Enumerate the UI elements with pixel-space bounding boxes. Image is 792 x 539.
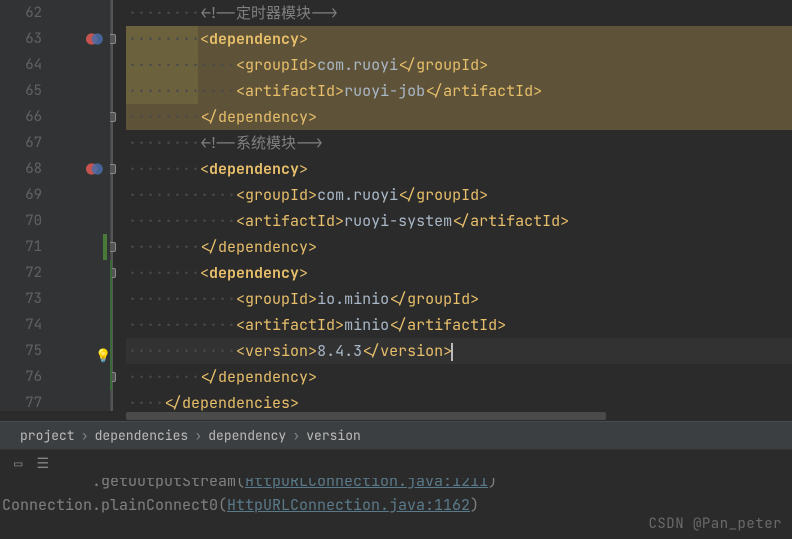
code-area[interactable]: 62 ········<!--定时器模块--> 63 ········<depe… xyxy=(0,0,792,411)
line-number: 69 xyxy=(0,182,52,208)
gutter-marker xyxy=(52,208,110,234)
fold-column xyxy=(110,130,126,156)
code-line[interactable]: 71 ········</dependency> xyxy=(0,234,792,260)
line-number: 67 xyxy=(0,130,52,156)
gutter-marker xyxy=(52,52,110,78)
stacktrace-link[interactable]: HttpURLConnection.java:1162 xyxy=(227,495,470,515)
gutter-marker xyxy=(52,312,110,338)
code-line[interactable]: 74 ············<artifactId>minio</artifa… xyxy=(0,312,792,338)
code-line[interactable]: 76 ········</dependency> xyxy=(0,364,792,390)
gutter-marker xyxy=(52,260,110,286)
fold-column xyxy=(110,0,126,26)
fold-column xyxy=(110,286,126,312)
line-number: 70 xyxy=(0,208,52,234)
gutter-marker xyxy=(52,182,110,208)
line-number: 76 xyxy=(0,364,52,390)
fold-column xyxy=(110,78,126,104)
code-line[interactable]: 66 ········</dependency> xyxy=(0,104,792,130)
code-line[interactable]: 68 ········<dependency> xyxy=(0,156,792,182)
fold-column[interactable] xyxy=(110,156,126,182)
gutter-marker xyxy=(52,286,110,312)
text-caret xyxy=(451,343,453,361)
watermark-text: CSDN @Pan_peter xyxy=(649,515,783,533)
fold-column[interactable] xyxy=(110,104,126,130)
code-line[interactable]: 69 ············<groupId>com.ruoyi</group… xyxy=(0,182,792,208)
tree-view-icon[interactable]: ☰ xyxy=(36,455,49,473)
gutter-marker xyxy=(52,390,110,411)
fold-column xyxy=(110,52,126,78)
line-number: 72 xyxy=(0,260,52,286)
gutter-marker xyxy=(52,0,110,26)
breadcrumb-item[interactable]: version xyxy=(296,427,371,444)
gutter-marker xyxy=(52,234,110,260)
line-number: 75 xyxy=(0,338,52,364)
code-line[interactable]: 70 ············<artifactId>ruoyi-system<… xyxy=(0,208,792,234)
code-line[interactable]: 62 ········<!--定时器模块--> xyxy=(0,0,792,26)
change-bar xyxy=(110,260,112,390)
intention-bulb-icon[interactable]: 💡 xyxy=(95,343,111,369)
code-line[interactable]: 63 ········<dependency> xyxy=(0,26,792,52)
code-editor[interactable]: 62 ········<!--定时器模块--> 63 ········<depe… xyxy=(0,0,792,421)
console-line: .getOutputStream(HttpURLConnection.java:… xyxy=(2,478,792,492)
line-number: 65 xyxy=(0,78,52,104)
fold-column xyxy=(110,208,126,234)
horizontal-scrollbar[interactable] xyxy=(126,411,792,421)
line-number: 62 xyxy=(0,0,52,26)
fold-column xyxy=(110,182,126,208)
code-line[interactable]: 67 ········<!--系统模块--> xyxy=(0,130,792,156)
breadcrumb-item[interactable]: dependency xyxy=(198,427,296,444)
fold-column[interactable] xyxy=(110,234,126,260)
console-output[interactable]: .getOutputStream(HttpURLConnection.java:… xyxy=(0,478,792,518)
line-number: 64 xyxy=(0,52,52,78)
console-view-icon[interactable]: ▭ xyxy=(14,455,22,473)
line-number: 71 xyxy=(0,234,52,260)
tool-icon-bar: ▭ ☰ xyxy=(0,450,792,478)
code-line[interactable]: 64 ············<groupId>com.ruoyi</group… xyxy=(0,52,792,78)
gutter-marker xyxy=(52,130,110,156)
code-line[interactable]: 65 ············<artifactId>ruoyi-job</ar… xyxy=(0,78,792,104)
line-number: 68 xyxy=(0,156,52,182)
line-number: 63 xyxy=(0,26,52,52)
code-line-current[interactable]: 💡 75 ············<version>8.4.3</version… xyxy=(0,338,792,364)
breadcrumb-bar: project dependencies dependency version xyxy=(0,421,792,449)
bottom-panel: ▭ ☰ .getOutputStream(HttpURLConnection.j… xyxy=(0,449,792,539)
fold-column[interactable] xyxy=(110,364,126,390)
fold-column xyxy=(110,338,126,364)
code-line[interactable]: 72 ········<dependency> xyxy=(0,260,792,286)
maven-dependency-icon[interactable] xyxy=(86,30,104,48)
stacktrace-link[interactable]: HttpURLConnection.java:1211 xyxy=(245,478,488,491)
fold-column[interactable] xyxy=(110,26,126,52)
fold-column[interactable] xyxy=(110,260,126,286)
gutter-marker xyxy=(52,78,110,104)
scrollbar-thumb[interactable] xyxy=(126,412,606,420)
fold-column xyxy=(110,312,126,338)
code-line[interactable]: 77 ····</dependencies> xyxy=(0,390,792,411)
code-line[interactable]: 73 ············<groupId>io.minio</groupI… xyxy=(0,286,792,312)
line-number: 66 xyxy=(0,104,52,130)
line-number: 73 xyxy=(0,286,52,312)
line-number: 74 xyxy=(0,312,52,338)
fold-column xyxy=(110,390,126,411)
line-number: 77 xyxy=(0,390,52,411)
breadcrumb-item[interactable]: project xyxy=(10,427,85,444)
breadcrumb-item[interactable]: dependencies xyxy=(85,427,199,444)
gutter-marker xyxy=(52,104,110,130)
maven-dependency-icon[interactable] xyxy=(86,160,104,178)
